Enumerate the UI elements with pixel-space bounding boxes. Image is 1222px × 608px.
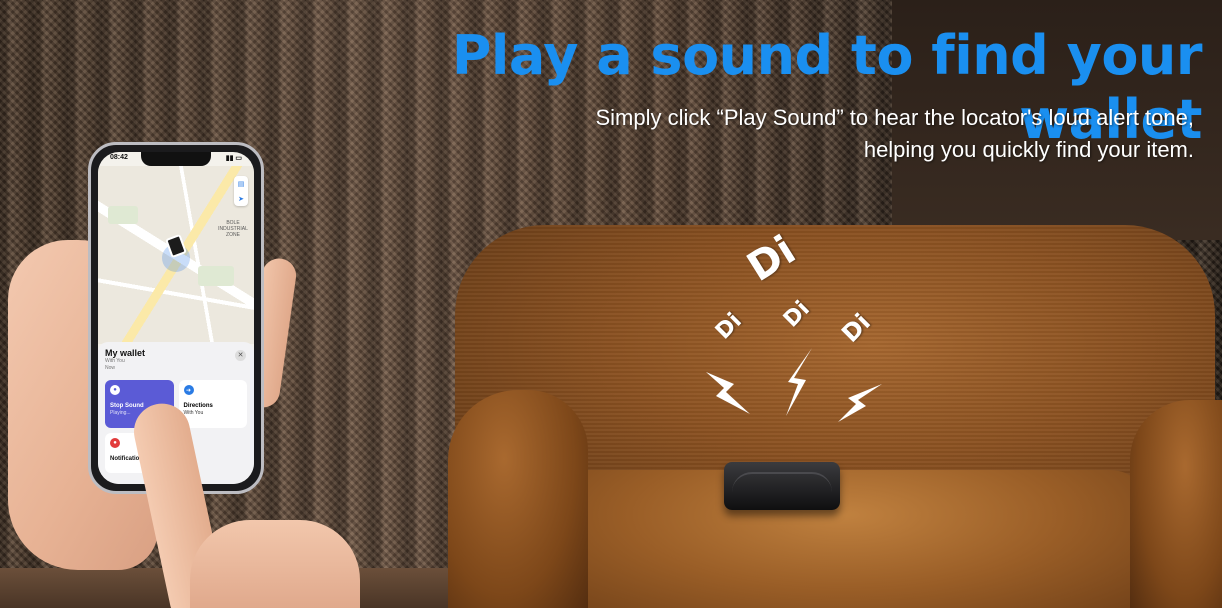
sheet-subtitle: With You	[105, 358, 125, 364]
second-hand	[190, 520, 360, 608]
close-icon[interactable]: ✕	[235, 350, 246, 361]
background-scene: Di Di Di Di Play a sound to find your wa…	[0, 0, 1222, 608]
signal-battery-icon: ▮▮ ▭	[225, 155, 242, 162]
location-arrow-icon[interactable]: ➤	[238, 195, 244, 203]
speaker-icon: ●	[110, 385, 120, 395]
subtext-line: Simply click “Play Sound” to hear the lo…	[595, 105, 1195, 130]
directions-icon: ➜	[183, 385, 194, 395]
lightning-bolt-icon	[838, 384, 882, 422]
map-park	[198, 266, 234, 286]
armchair-right-arm	[1130, 400, 1222, 608]
map-layers-icon[interactable]: ▤	[238, 180, 245, 188]
armchair-left-arm	[448, 390, 588, 608]
bell-icon: ●	[110, 438, 120, 448]
wallet-device	[724, 462, 840, 510]
lightning-bolt-icon	[706, 372, 750, 414]
directions-button[interactable]: ➜ Directions With You	[178, 380, 247, 428]
subtext: Simply click “Play Sound” to hear the lo…	[474, 102, 1195, 166]
subtext-line: helping you quickly find your item.	[863, 137, 1194, 162]
armchair-seat	[540, 470, 1150, 608]
map-label: BOLE INDUSTRIAL ZONE	[218, 220, 248, 238]
phone-notch	[141, 152, 211, 166]
tile-status: With You	[183, 410, 204, 416]
sheet-title: My wallet	[105, 348, 146, 358]
sheet-time: Now	[105, 365, 116, 371]
tile-label: Directions	[183, 403, 213, 409]
map-controls: ▤ ➤	[234, 176, 248, 206]
map-view[interactable]: BOLE INDUSTRIAL ZONE ▤ ➤	[98, 166, 254, 344]
lightning-bolt-icon	[786, 348, 812, 416]
map-park	[108, 206, 138, 224]
status-time: 08:42	[110, 154, 128, 161]
